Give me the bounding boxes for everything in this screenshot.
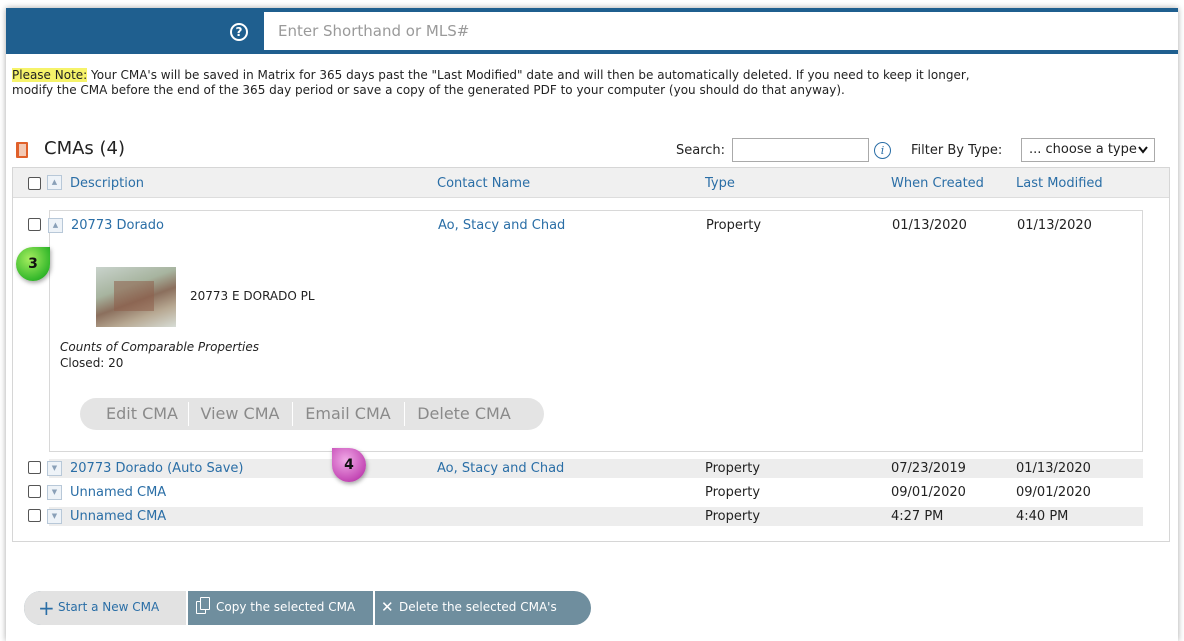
row-modified: 01/13/2020 xyxy=(1016,461,1091,476)
row-modified: 01/13/2020 xyxy=(1017,218,1092,233)
delete-selected-cma-button[interactable]: ✕ Delete the selected CMA's xyxy=(375,591,589,625)
email-cma-button[interactable]: Email CMA xyxy=(294,398,402,430)
delete-cma-button[interactable]: Delete CMA xyxy=(406,398,522,430)
row-type: Property xyxy=(705,485,761,500)
collapse-all-icon[interactable]: ▲ xyxy=(47,175,62,190)
note-text: Your CMA's will be saved in Matrix for 3… xyxy=(12,68,970,97)
pill-divider xyxy=(404,402,405,426)
filter-label: Filter By Type: xyxy=(911,143,1003,158)
table-row: ▼ 20773 Dorado (Auto Save) Ao, Stacy and… xyxy=(47,459,1143,478)
plus-icon: + xyxy=(38,596,55,620)
view-cma-button[interactable]: View CMA xyxy=(190,398,290,430)
help-icon[interactable]: ? xyxy=(230,23,248,41)
column-last-modified[interactable]: Last Modified xyxy=(1016,176,1103,191)
book-icon xyxy=(16,142,28,158)
pill-divider xyxy=(188,402,189,426)
row-checkbox[interactable] xyxy=(28,509,41,522)
row-type: Property xyxy=(705,509,761,524)
column-type[interactable]: Type xyxy=(705,176,735,191)
start-new-cma-label: Start a New CMA xyxy=(58,600,160,614)
row-created: 09/01/2020 xyxy=(891,485,966,500)
expand-row-icon[interactable]: ▼ xyxy=(47,485,62,500)
note-label: Please Note: xyxy=(12,68,88,82)
row-modified: 4:40 PM xyxy=(1016,509,1069,524)
property-address: 20773 E DORADO PL xyxy=(190,289,315,303)
cma-title: CMAs (4) xyxy=(44,138,126,159)
expand-row-icon[interactable]: ▼ xyxy=(47,461,62,476)
info-icon[interactable]: i xyxy=(874,142,891,159)
row-description-link[interactable]: 20773 Dorado xyxy=(71,218,164,233)
counts-label: Counts of Comparable Properties xyxy=(60,340,260,354)
collapse-row-icon[interactable]: ▲ xyxy=(48,218,63,233)
select-all-checkbox[interactable] xyxy=(28,177,41,190)
delete-x-icon: ✕ xyxy=(381,598,394,616)
row-type: Property xyxy=(705,461,761,476)
app-window: ? Please Note: Your CMA's will be saved … xyxy=(6,8,1178,641)
edit-cma-button[interactable]: Edit CMA xyxy=(98,398,186,430)
expand-row-icon[interactable]: ▼ xyxy=(47,509,62,524)
copy-icon-back xyxy=(200,597,210,610)
copy-selected-cma-button[interactable]: Copy the selected CMA xyxy=(188,591,372,625)
row-type: Property xyxy=(706,218,762,233)
shorthand-search-input[interactable] xyxy=(264,12,1178,50)
row-description-link[interactable]: Unnamed CMA xyxy=(70,485,166,500)
column-description[interactable]: Description xyxy=(70,176,144,191)
table-header: ▲ Description Contact Name Type When Cre… xyxy=(13,168,1169,198)
row-description-link[interactable]: 20773 Dorado (Auto Save) xyxy=(70,461,243,476)
filter-type-select[interactable]: ... choose a type xyxy=(1021,138,1155,162)
row-checkbox[interactable] xyxy=(28,485,41,498)
closed-count: Closed: 20 xyxy=(60,356,124,370)
callout-badge-3: 3 xyxy=(16,247,50,281)
row-checkbox[interactable] xyxy=(28,218,41,231)
callout-badge-4: 4 xyxy=(332,448,366,482)
row-created: 4:27 PM xyxy=(891,509,944,524)
top-bar: ? xyxy=(6,8,1178,54)
cma-search-input[interactable] xyxy=(732,138,869,162)
delete-selected-cma-label: Delete the selected CMA's xyxy=(399,600,557,614)
row-created: 01/13/2020 xyxy=(892,218,967,233)
search-label: Search: xyxy=(676,143,726,158)
row-contact-link[interactable]: Ao, Stacy and Chad xyxy=(438,218,565,233)
cma-action-bar: + Start a New CMA Copy the selected CMA … xyxy=(24,591,591,625)
cma-table: ▲ Description Contact Name Type When Cre… xyxy=(12,167,1170,542)
row-modified: 09/01/2020 xyxy=(1016,485,1091,500)
chevron-down-icon xyxy=(1138,139,1148,169)
column-when-created[interactable]: When Created xyxy=(891,176,984,191)
table-row: ▼ Unnamed CMA Property 09/01/2020 09/01/… xyxy=(47,483,1143,502)
retention-note: Please Note: Your CMA's will be saved in… xyxy=(12,68,972,98)
row-description-link[interactable]: Unnamed CMA xyxy=(70,509,166,524)
copy-selected-cma-label: Copy the selected CMA xyxy=(216,600,356,614)
expanded-row: ▲ 20773 Dorado Ao, Stacy and Chad Proper… xyxy=(48,210,1143,452)
table-row: ▼ Unnamed CMA Property 4:27 PM 4:40 PM xyxy=(47,507,1143,526)
row-contact-link[interactable]: Ao, Stacy and Chad xyxy=(437,461,564,476)
pill-divider xyxy=(292,402,293,426)
column-contact-name[interactable]: Contact Name xyxy=(437,176,530,191)
row-checkbox[interactable] xyxy=(28,461,41,474)
row-created: 07/23/2019 xyxy=(891,461,966,476)
property-thumbnail[interactable] xyxy=(96,267,176,327)
cma-action-pill: Edit CMA View CMA Email CMA Delete CMA xyxy=(80,398,544,430)
start-new-cma-button[interactable]: + Start a New CMA xyxy=(24,591,186,625)
cma-header: CMAs (4) Search: i Filter By Type: ... c… xyxy=(12,138,1172,164)
filter-selected-value: ... choose a type xyxy=(1029,142,1137,157)
